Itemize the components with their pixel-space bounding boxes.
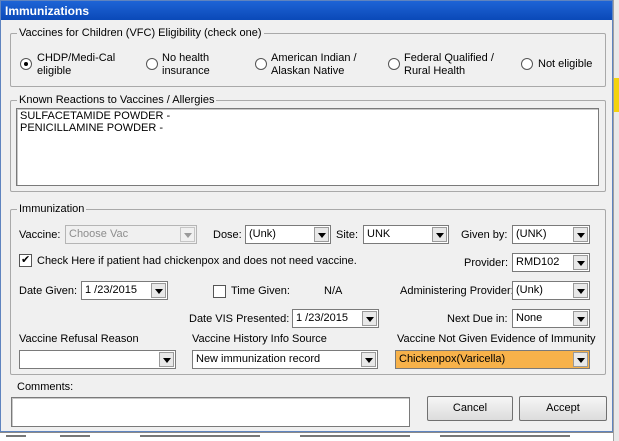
background-window-edge [613,0,619,441]
administering-provider-value: (Unk) [516,284,543,296]
site-value: UNK [367,228,391,240]
date-vis-label: Date VIS Presented: [189,313,290,325]
chevron-down-icon[interactable] [573,255,588,270]
date-given-label: Date Given: [19,285,78,297]
chevron-down-icon[interactable] [180,227,195,242]
background-window-bottom [0,432,613,441]
dose-value: (Unk) [249,228,276,240]
vfc-label-american-indian[interactable]: American Indian / Alaskan Native [271,52,371,78]
comments-label: Comments: [17,381,74,393]
comments-input[interactable] [11,397,410,427]
date-given-value: 1 /23/2015 [85,284,137,296]
site-select[interactable]: UNK [363,225,449,244]
not-given-evidence-value: Chickenpox(Varicella) [399,353,506,365]
dialog-title: Immunizations [1,1,612,20]
history-source-select[interactable]: New immunization record [192,350,378,369]
site-label: Site: [336,229,359,241]
immunization-legend: Immunization [19,203,85,215]
date-given-picker[interactable]: 1 /23/2015 [81,281,168,300]
administering-provider-select[interactable]: (Unk) [512,281,590,300]
provider-value: RMD102 [516,256,560,268]
chevron-down-icon[interactable] [432,227,447,242]
chevron-down-icon[interactable] [314,227,329,242]
refusal-reason-select[interactable] [19,350,176,369]
chevron-down-icon[interactable] [573,227,588,242]
time-given-value: N/A [324,285,343,297]
next-due-label: Next Due in: [447,313,508,325]
vaccine-label: Vaccine: [19,229,61,241]
allergies-textarea[interactable]: SULFACETAMIDE POWDER - PENICILLAMINE POW… [16,108,599,186]
dose-label: Dose: [213,229,242,241]
vfc-radio-chdp[interactable] [20,58,32,70]
vfc-radio-american-indian[interactable] [255,58,267,70]
history-source-label: Vaccine History Info Source [192,333,327,345]
vfc-radio-federal-qualified[interactable] [388,58,400,70]
vfc-legend: Vaccines for Children (VFC) Eligibility … [19,27,262,39]
allergy-line: PENICILLAMINE POWDER - [20,122,164,134]
vfc-radio-not-eligible[interactable] [521,58,533,70]
chevron-down-icon[interactable] [573,352,588,367]
time-given-checkbox[interactable] [213,285,226,298]
cancel-button[interactable]: Cancel [427,396,513,421]
vfc-label-not-eligible[interactable]: Not eligible [538,58,598,71]
vaccine-value: Choose Vac [69,228,129,240]
next-due-select[interactable]: None [512,309,590,328]
vfc-label-federal-qualified[interactable]: Federal Qualified / Rural Health [404,52,499,78]
immunizations-dialog: Immunizations Vaccines for Children (VFC… [0,0,613,432]
chickenpox-label[interactable]: Check Here if patient had chickenpox and… [37,255,357,267]
chevron-down-icon[interactable] [362,311,377,326]
time-given-label[interactable]: Time Given: [231,285,290,297]
chickenpox-checkbox[interactable] [19,253,32,267]
not-given-evidence-label: Vaccine Not Given Evidence of Immunity [397,333,596,345]
vaccine-select[interactable]: Choose Vac [65,225,197,244]
chevron-down-icon[interactable] [361,352,376,367]
given-by-value: (UNK) [516,228,547,240]
date-vis-picker[interactable]: 1 /23/2015 [292,309,379,328]
provider-label: Provider: [464,257,509,269]
dose-select[interactable]: (Unk) [245,225,331,244]
administering-provider-label: Administering Provider: [400,285,514,297]
allergy-line: SULFACETAMIDE POWDER - [20,110,171,122]
accept-button[interactable]: Accept [519,396,607,421]
vfc-radio-no-insurance[interactable] [146,58,158,70]
refusal-reason-label: Vaccine Refusal Reason [19,333,139,345]
history-source-value: New immunization record [196,353,321,365]
not-given-evidence-select[interactable]: Chickenpox(Varicella) [395,350,590,369]
chevron-down-icon[interactable] [573,311,588,326]
allergies-legend: Known Reactions to Vaccines / Allergies [19,94,215,106]
chevron-down-icon[interactable] [573,283,588,298]
chevron-down-icon[interactable] [159,352,174,367]
background-highlight [614,78,619,112]
given-by-label: Given by: [461,229,508,241]
given-by-select[interactable]: (UNK) [512,225,590,244]
vfc-label-no-insurance[interactable]: No health insurance [162,52,222,78]
provider-select[interactable]: RMD102 [512,253,590,272]
date-vis-value: 1 /23/2015 [296,312,348,324]
chevron-down-icon[interactable] [151,283,166,298]
vfc-label-chdp[interactable]: CHDP/Medi-Cal eligible [37,52,122,78]
next-due-value: None [516,312,543,324]
